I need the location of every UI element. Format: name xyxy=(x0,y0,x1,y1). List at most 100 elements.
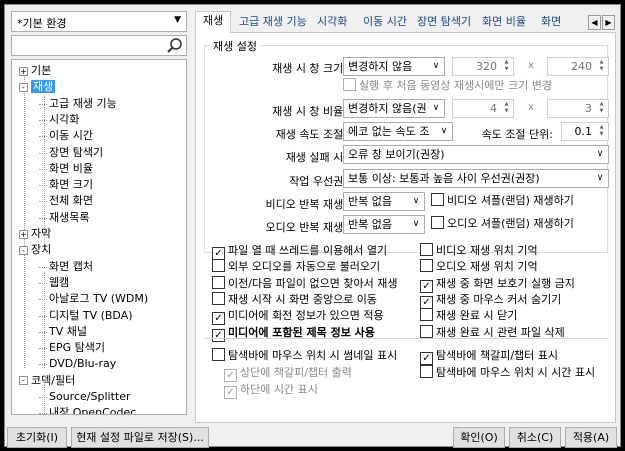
ok-button[interactable]: 확인(O) xyxy=(453,427,505,448)
search-input[interactable] xyxy=(11,35,187,56)
spinner-arrows-icon[interactable]: ▲ ▼ xyxy=(596,101,607,116)
checkbox-box[interactable] xyxy=(343,78,356,91)
spinner-arrows-icon[interactable]: ▲ ▼ xyxy=(501,101,512,116)
option-checkbox[interactable]: 재생 시작 시 화면 중앙으로 이동 xyxy=(212,291,377,308)
collapse-icon[interactable]: - xyxy=(19,82,28,92)
seekbar-checkbox[interactable]: ✓ 상단에 책갈피/챕터 출력 xyxy=(224,365,352,382)
video-repeat-combo[interactable]: 반복 없음 ∨ xyxy=(343,192,425,211)
option-checkbox[interactable]: ✓ 재생 중 화면 보호기 실행 금지 xyxy=(420,276,575,293)
tree-category[interactable]: + 기본 xyxy=(19,63,51,79)
tree-category[interactable]: - 재생 xyxy=(19,79,56,95)
settings-tree[interactable]: + 기본 - 재생 고급 재생 기능 시각화 이동 시간 장면 탐색기 화면 비율 화면 크기 전체… xyxy=(11,59,187,415)
option-checkbox[interactable]: ✓ 재생 중 마우스 커서 숨기기 xyxy=(420,292,561,309)
tree-item[interactable]: 전체 화면 xyxy=(39,193,93,209)
tree-category[interactable]: - 장치 xyxy=(19,242,51,258)
tab-scroll-left-icon[interactable]: ◀ xyxy=(588,15,601,30)
tree-item[interactable]: 재생목록 xyxy=(39,210,89,226)
tree-item[interactable]: 고급 재생 기능 xyxy=(39,96,117,112)
tree-item[interactable]: 화면 비율 xyxy=(39,161,93,177)
tree-item[interactable]: DVD/Blu-ray xyxy=(39,356,116,372)
tree-item[interactable]: 웹캠 xyxy=(39,275,69,291)
checkbox-box[interactable] xyxy=(420,243,433,256)
checkmark-icon[interactable]: ✓ xyxy=(224,386,237,399)
option-checkbox[interactable]: 오디오 재생 위치 기억 xyxy=(420,259,538,275)
checkbox-box[interactable] xyxy=(420,308,433,322)
speed-combo[interactable]: 에코 없는 속도 조 ∨ xyxy=(343,122,453,141)
checkbox-box[interactable] xyxy=(420,365,433,378)
tab-2[interactable]: 시각화 xyxy=(310,13,354,33)
tab-scroll-right-icon[interactable]: ▶ xyxy=(602,15,615,30)
spinner-arrows-icon[interactable]: ▲ ▼ xyxy=(501,59,512,74)
collapse-icon[interactable]: - xyxy=(19,245,28,255)
audio-repeat-combo[interactable]: 반복 없음 ∨ xyxy=(343,215,425,234)
video-shuffle-checkbox[interactable]: 비디오 셔플(랜덤) 재생하기 xyxy=(431,193,574,209)
tree-category[interactable]: + 자막 xyxy=(19,226,51,242)
spinner-arrows-icon[interactable]: ▲ ▼ xyxy=(596,59,607,74)
search-icon[interactable] xyxy=(166,37,183,54)
tree-item[interactable]: 디지털 TV (BDA) xyxy=(39,308,133,324)
checkbox-box[interactable] xyxy=(212,275,225,289)
priority-combo[interactable]: 보통 이상: 보통과 높음 사이 우선권(권장) ∨ xyxy=(343,169,609,188)
checkmark-icon[interactable]: ✓ xyxy=(420,352,433,365)
width-spinner[interactable]: 320 ▲ ▼ xyxy=(452,57,514,76)
checkbox-box[interactable] xyxy=(420,259,433,273)
tab-4[interactable]: 장면 탐색기 xyxy=(410,13,478,33)
cancel-button[interactable]: 취소(C) xyxy=(509,427,561,448)
checkmark-icon[interactable]: ✓ xyxy=(212,247,225,260)
reset-button[interactable]: 초기화(I) xyxy=(7,427,67,448)
checkmark-icon[interactable]: ✓ xyxy=(420,295,433,309)
tree-item[interactable]: 장면 탐색기 xyxy=(39,145,103,161)
speed-unit-spinner[interactable]: 0.1 ▲ ▼ xyxy=(561,122,609,141)
checkmark-icon[interactable]: ✓ xyxy=(224,369,237,382)
tree-item[interactable]: EPG 탐색기 xyxy=(39,340,105,356)
seekbar-checkbox[interactable]: 탐색바에 마우스 위치 시 시간 표시 xyxy=(420,365,595,381)
apply-button[interactable]: 적용(A) xyxy=(565,427,617,448)
first-only-checkbox[interactable]: 실행 후 처음 동영상 재생시에만 크기 변경 xyxy=(343,78,552,94)
checkbox-box[interactable] xyxy=(431,216,444,229)
checkbox-box[interactable] xyxy=(212,348,225,361)
audio-shuffle-checkbox[interactable]: 오디오 셔플(랜덤) 재생하기 xyxy=(431,216,574,232)
ratio-combo[interactable]: 변경하지 않음(권 ∨ xyxy=(343,99,445,118)
checkbox-box[interactable] xyxy=(212,259,225,273)
tab-3[interactable]: 이동 시간 xyxy=(356,13,414,33)
ratio-width-spinner[interactable]: 4 ▲ ▼ xyxy=(452,99,514,118)
checkmark-icon[interactable]: ✓ xyxy=(420,279,433,293)
spinner-arrows-icon[interactable]: ▲ ▼ xyxy=(596,124,607,139)
save-settings-button[interactable]: 현재 설정 파일로 저장(S)... xyxy=(71,427,209,448)
fail-combo[interactable]: 오류 창 보이기(권장) ∨ xyxy=(343,145,609,164)
expand-icon[interactable]: + xyxy=(19,229,28,239)
expand-icon[interactable]: + xyxy=(19,66,28,76)
tree-item[interactable]: 화면 캡처 xyxy=(39,259,93,275)
tree-item[interactable]: 아날로그 TV (WDM) xyxy=(39,291,148,307)
option-checkbox[interactable]: 비디오 재생 위치 기억 xyxy=(420,243,538,259)
checkbox-box[interactable] xyxy=(420,324,433,338)
checkbox-box[interactable] xyxy=(431,193,444,206)
option-checkbox[interactable]: 이전/다음 파일이 없으면 찾아서 재생 xyxy=(212,275,398,292)
tree-category[interactable]: - 코덱/필터 xyxy=(19,373,75,389)
seekbar-checkbox[interactable]: ✓ 하단에 시간 표시 xyxy=(224,382,318,399)
tab-0[interactable]: 재생 xyxy=(195,11,232,34)
seekbar-checkbox[interactable]: ✓ 탐색바에 책갈피/챕터 표시 xyxy=(420,348,558,365)
checkmark-icon[interactable]: ✓ xyxy=(212,312,225,326)
preset-combo[interactable]: *기본 환경 ▼ xyxy=(11,11,187,32)
tree-item[interactable]: 화면 크기 xyxy=(39,177,93,193)
option-checkbox[interactable]: ✓ 파일 열 때 쓰레드를 이용해서 열기 xyxy=(212,243,387,260)
ratio-height-spinner[interactable]: 3 ▲ ▼ xyxy=(547,99,609,118)
height-spinner[interactable]: 240 ▲ ▼ xyxy=(547,57,609,76)
tree-item[interactable]: 내장 OpenCodec xyxy=(39,405,136,414)
tab-5[interactable]: 화면 비율 xyxy=(475,13,533,33)
tree-item[interactable]: Source/Splitter xyxy=(39,389,130,405)
option-checkbox[interactable]: ✓ 미디어에 회전 정보가 있으면 적용 xyxy=(212,308,384,326)
checkmark-icon[interactable]: ✓ xyxy=(212,328,225,342)
seekbar-checkbox[interactable]: 탐색바에 마우스 위치 시 썸네일 표시 xyxy=(212,348,397,364)
tab-1[interactable]: 고급 재생 기능 xyxy=(232,13,314,33)
collapse-icon[interactable]: - xyxy=(19,376,28,386)
tree-item[interactable]: 이동 시간 xyxy=(39,128,93,144)
option-checkbox[interactable]: 외부 오디오를 자동으로 불러오기 xyxy=(212,259,380,275)
option-checkbox[interactable]: 재생 완료 시 닫기 xyxy=(420,308,517,324)
tree-item[interactable]: TV 채널 xyxy=(39,324,87,340)
window-size-combo[interactable]: 변경하지 않음 ∨ xyxy=(343,57,445,76)
tree-item[interactable]: 시각화 xyxy=(39,112,79,128)
tab-6[interactable]: 화면 xyxy=(534,13,568,33)
checkbox-box[interactable] xyxy=(212,291,225,305)
